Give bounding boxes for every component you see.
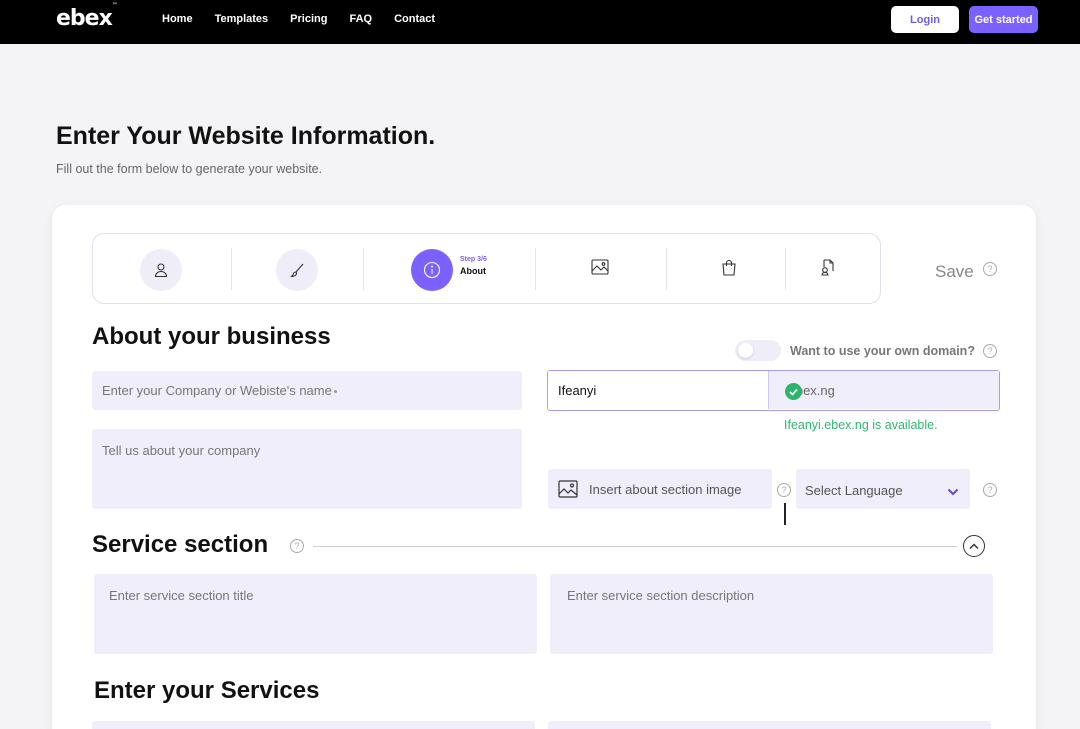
user-icon	[140, 248, 182, 291]
step-divider	[535, 248, 536, 290]
step-gallery[interactable]	[590, 234, 610, 305]
document-icon	[820, 258, 836, 281]
help-icon[interactable]: ?	[983, 483, 997, 497]
text-cursor	[784, 503, 786, 525]
save-button[interactable]: Save	[935, 262, 974, 282]
company-name-input[interactable]	[92, 371, 522, 410]
language-select[interactable]: Select Language	[796, 469, 970, 509]
own-domain-label: Want to use your own domain?	[790, 344, 975, 358]
own-domain-toggle[interactable]	[735, 340, 781, 361]
required-dot	[334, 390, 337, 393]
step-divider	[666, 248, 667, 290]
step-meta: Step 3/6 About	[460, 256, 487, 276]
check-icon	[785, 383, 802, 400]
language-select-label: Select Language	[805, 483, 903, 498]
image-icon	[558, 480, 578, 503]
brand-name: ebex	[56, 6, 113, 31]
availability-message: Ifeanyi.ebex.ng is available.	[784, 418, 938, 432]
step-divider	[363, 248, 364, 290]
domain-suffix: .ebex.ng	[768, 371, 999, 409]
nav-link-pricing[interactable]: Pricing	[290, 13, 327, 25]
step-about[interactable]	[411, 234, 453, 305]
step-design[interactable]	[276, 234, 318, 305]
service-section-title: Service section	[92, 531, 269, 558]
service-input[interactable]	[92, 721, 535, 729]
brush-icon	[276, 248, 318, 291]
get-started-button[interactable]: Get started	[969, 6, 1038, 33]
help-icon[interactable]: ?	[983, 344, 997, 358]
about-section-title: About your business	[92, 323, 331, 350]
login-button[interactable]: Login	[891, 6, 959, 33]
nav-link-home[interactable]: Home	[162, 13, 193, 25]
nav-link-faq[interactable]: FAQ	[349, 13, 372, 25]
step-divider	[785, 248, 786, 290]
page-title: Enter Your Website Information.	[56, 122, 436, 150]
service-description-input[interactable]	[550, 574, 993, 654]
company-about-input[interactable]	[92, 429, 522, 509]
about-image-label: Insert about section image	[589, 482, 742, 497]
help-icon[interactable]: ?	[290, 539, 304, 553]
chevron-down-icon	[947, 484, 959, 499]
help-icon[interactable]: ?	[777, 483, 791, 497]
image-icon	[591, 259, 609, 280]
subdomain-input[interactable]	[548, 371, 768, 409]
service-input[interactable]	[548, 721, 991, 729]
services-title: Enter your Services	[94, 677, 320, 704]
about-image-upload[interactable]: Insert about section image	[548, 469, 772, 509]
step-user[interactable]	[140, 234, 182, 305]
collapse-section-button[interactable]	[963, 535, 985, 557]
brand-tm: ™	[111, 1, 118, 9]
service-title-input[interactable]	[94, 574, 537, 654]
toggle-knob	[738, 343, 753, 358]
nav-link-templates[interactable]: Templates	[215, 13, 269, 25]
shopping-bag-icon	[721, 259, 737, 281]
step-label: About	[460, 266, 486, 276]
page-subtitle: Fill out the form below to generate your…	[56, 162, 323, 176]
brand-logo[interactable]: ebex™	[56, 2, 118, 31]
step-count: Step 3/6	[460, 256, 487, 263]
subdomain-field: .ebex.ng	[547, 370, 1000, 411]
nav-links: Home Templates Pricing FAQ Contact	[162, 13, 457, 25]
info-icon	[411, 248, 453, 291]
step-document[interactable]	[819, 234, 837, 305]
step-divider	[231, 248, 232, 290]
top-navbar: ebex™ Home Templates Pricing FAQ Contact…	[0, 0, 1080, 44]
help-icon[interactable]: ?	[983, 262, 997, 276]
step-shop[interactable]	[720, 234, 738, 305]
chevron-up-icon	[969, 537, 979, 555]
section-divider	[313, 546, 957, 547]
nav-link-contact[interactable]: Contact	[394, 13, 435, 25]
